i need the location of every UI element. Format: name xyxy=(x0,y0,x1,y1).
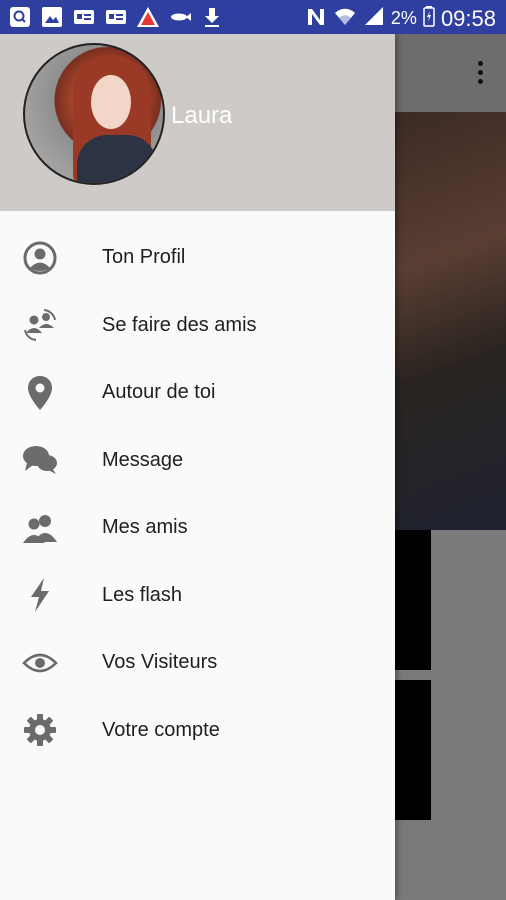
menu-item-visitors[interactable]: Vos Visiteurs xyxy=(0,629,395,697)
menu-item-account[interactable]: Votre compte xyxy=(0,697,395,765)
download-icon xyxy=(200,5,224,29)
status-bar: 2% 09:58 xyxy=(0,0,506,34)
menu-item-label: Vos Visiteurs xyxy=(102,651,218,674)
content-block xyxy=(395,530,431,670)
lightning-icon xyxy=(22,577,58,613)
menu-item-around-you[interactable]: Autour de toi xyxy=(0,359,395,427)
notification-icons xyxy=(8,5,224,29)
wifi-icon xyxy=(333,5,357,32)
warning-icon xyxy=(136,5,160,29)
overflow-menu-icon[interactable] xyxy=(478,61,484,88)
location-pin-icon xyxy=(22,375,58,411)
menu-item-my-friends[interactable]: Mes amis xyxy=(0,494,395,562)
menu-item-message[interactable]: Message xyxy=(0,427,395,495)
drawer-menu: Ton Profil Se faire des amis Autour de t… xyxy=(0,224,395,764)
menu-item-label: Mes amis xyxy=(102,516,188,539)
gear-icon xyxy=(22,712,58,748)
profile-icon xyxy=(22,240,58,276)
menu-item-label: Se faire des amis xyxy=(102,313,257,336)
card-notification-icon xyxy=(72,5,96,29)
menu-item-profile[interactable]: Ton Profil xyxy=(0,224,395,292)
menu-item-make-friends[interactable]: Se faire des amis xyxy=(0,292,395,360)
screen: 2% 09:58 Laura Ton Profil Se faire des a… xyxy=(0,0,506,900)
chat-bubbles-icon xyxy=(22,442,58,478)
battery-percent: 2% xyxy=(390,8,417,28)
fish-icon xyxy=(168,5,192,29)
menu-item-label: Les flash xyxy=(102,583,183,606)
image-notification-icon xyxy=(40,5,64,29)
user-name: Laura xyxy=(171,102,233,129)
system-status: 2% 09:58 xyxy=(305,5,496,32)
navigation-drawer: Laura Ton Profil Se faire des amis Autou… xyxy=(0,34,395,900)
menu-item-label: Ton Profil xyxy=(102,246,186,269)
clock: 09:58 xyxy=(440,5,496,31)
nfc-icon xyxy=(305,5,327,32)
drawer-header: Laura xyxy=(0,34,395,211)
people-icon xyxy=(22,510,58,546)
menu-item-label: Votre compte xyxy=(102,718,220,741)
profile-photo xyxy=(395,112,506,530)
avatar[interactable] xyxy=(23,43,165,185)
menu-item-label: Message xyxy=(102,448,184,471)
eye-icon xyxy=(22,645,58,681)
menu-item-label: Autour de toi xyxy=(102,381,216,404)
search-notification-icon xyxy=(8,5,32,29)
card-notification-icon xyxy=(104,5,128,29)
content-block xyxy=(395,680,431,820)
friends-sync-icon xyxy=(22,307,58,343)
menu-item-flash[interactable]: Les flash xyxy=(0,562,395,630)
signal-icon xyxy=(363,5,385,32)
battery-icon xyxy=(423,5,435,32)
